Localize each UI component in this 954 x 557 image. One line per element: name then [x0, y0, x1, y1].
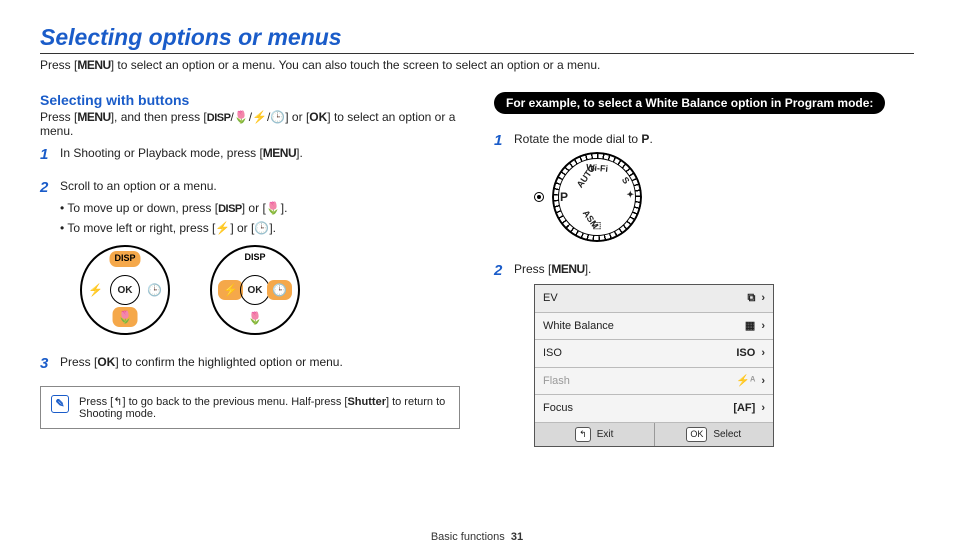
menu-item: Flash ⚡ᴬ › — [535, 368, 773, 396]
timer-right-icon: 🕒 — [267, 280, 292, 300]
menu-button-label: MENU — [77, 58, 110, 72]
dpad-vertical: DISP ⚡ OK 🕒 🌷 — [80, 245, 170, 335]
ok-center-icon: OK — [240, 275, 270, 305]
subsection-heading: Selecting with buttons — [40, 92, 460, 108]
exit-button: ↰Exit — [535, 423, 655, 447]
menu-item-icon: ▦ — [745, 318, 755, 335]
right-column: For example, to select a White Balance o… — [494, 92, 914, 457]
select-button: OKSelect — [655, 423, 774, 447]
rstep-2: 2 Press [MENU]. EV⧉›White Balance▦›ISOIS… — [494, 260, 914, 447]
menu-item-label: EV — [543, 290, 558, 307]
menu-item-label: Focus — [543, 400, 573, 417]
dial-wifi-icon: Wi-Fi — [585, 161, 608, 176]
menu-item-label: ISO — [543, 345, 562, 362]
dial-smart-icon: ⬚ — [593, 219, 602, 233]
chevron-right-icon: › — [761, 290, 765, 307]
menu-item: EV ⧉ › — [535, 285, 773, 313]
chevron-right-icon: › — [761, 318, 765, 335]
bullet-updown: To move up or down, press [DISP] or [🌷]. — [60, 199, 300, 218]
step-3: 3 Press [OK] to confirm the highlighted … — [40, 353, 460, 376]
timer-right-icon: 🕒 — [147, 281, 162, 299]
left-column: Selecting with buttons Press [MENU], and… — [40, 92, 460, 457]
step-1: 1 In Shooting or Playback mode, press [M… — [40, 144, 460, 167]
mode-dial: P AUTO Wi-Fi S ✦ ASM ⬚ — [552, 152, 642, 242]
menu-item: ISO ISO › — [535, 340, 773, 368]
ok-icon: OK — [686, 427, 707, 443]
bullet-leftright: To move left or right, press [⚡] or [🕒]. — [60, 219, 300, 237]
page-title: Selecting options or menus — [40, 24, 914, 51]
dial-pointer-icon — [534, 192, 544, 202]
back-icon: ↰ — [575, 427, 591, 443]
intro-text: Press [MENU] to select an option or a me… — [40, 58, 914, 72]
chevron-right-icon: › — [761, 400, 765, 417]
menu-item-label: Flash — [543, 373, 570, 390]
note-icon: ✎ — [51, 395, 69, 413]
menu-screenshot: EV ⧉ › White Balance ▦ › ISO ISO › Flash ⚡ᴬ › Focus [… — [534, 284, 774, 447]
flash-left-icon: ⚡ — [88, 281, 103, 299]
macro-down-icon: 🌷 — [113, 307, 138, 327]
menu-item-icon: ⚡ᴬ — [736, 373, 755, 390]
menu-item: White Balance ▦ › — [535, 313, 773, 341]
example-pill: For example, to select a White Balance o… — [494, 92, 885, 114]
menu-item-icon: [AF] — [733, 400, 755, 417]
disp-up-icon: DISP — [109, 251, 140, 267]
dial-magic-icon: ✦ — [626, 188, 634, 202]
menu-item-label: White Balance — [543, 318, 614, 335]
title-rule — [40, 53, 914, 54]
note-box: ✎ Press [↰] to go back to the previous m… — [40, 386, 460, 429]
menu-item-icon: ISO — [736, 345, 755, 362]
subsection-desc: Press [MENU], and then press [DISP/🌷/⚡/🕒… — [40, 110, 460, 138]
macro-down-icon: 🌷 — [248, 309, 263, 327]
chevron-right-icon: › — [761, 345, 765, 362]
menu-item-icon: ⧉ — [747, 290, 755, 307]
chevron-right-icon: › — [761, 373, 765, 390]
disp-up-icon: DISP — [244, 251, 265, 265]
dpad-horizontal: DISP ⚡ OK 🕒 🌷 — [210, 245, 300, 335]
ok-center-icon: OK — [110, 275, 140, 305]
page-footer: Basic functions 31 — [0, 531, 954, 543]
dial-p-icon: P — [560, 188, 568, 206]
menu-item: Focus [AF] › — [535, 395, 773, 423]
step-2: 2 Scroll to an option or a menu. To move… — [40, 177, 460, 344]
rstep-1: 1 Rotate the mode dial to P. P AUTO Wi-F… — [494, 130, 914, 250]
